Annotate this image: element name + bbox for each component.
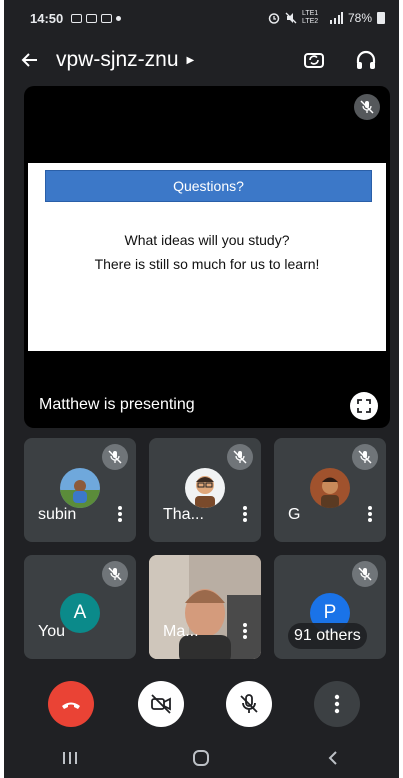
- status-right: LTE1 LTE2 78%: [268, 10, 385, 26]
- status-time: 14:50: [30, 10, 64, 26]
- others-count-badge: 91 others: [288, 623, 367, 649]
- more-options-button[interactable]: [243, 623, 247, 639]
- more-notifications-icon: [116, 15, 122, 21]
- avatar-initial: A: [60, 593, 100, 633]
- video-feed: [149, 555, 261, 659]
- home-icon: [193, 750, 210, 766]
- back-button[interactable]: [4, 50, 56, 70]
- mic-toggle-button[interactable]: [226, 681, 272, 727]
- mic-off-icon: [358, 450, 372, 464]
- mic-off-icon: [240, 694, 258, 713]
- mic-off-badge: [352, 561, 378, 587]
- gallery-notification-icon: [71, 13, 83, 23]
- presenter-label: Matthew is presenting: [39, 396, 195, 413]
- mic-off-icon: [233, 450, 247, 464]
- recent-apps-button[interactable]: [50, 743, 90, 773]
- more-options-button[interactable]: [314, 681, 360, 727]
- mic-off-badge: [227, 444, 253, 470]
- participant-tile-g[interactable]: G: [274, 438, 386, 542]
- headphones-icon[interactable]: [355, 49, 377, 71]
- signal-icon: [329, 12, 343, 24]
- status-bar: 14:50 LTE1 LTE2 78%: [4, 0, 399, 36]
- alarm-icon: [268, 13, 280, 24]
- home-button[interactable]: [181, 743, 221, 773]
- slide-line-1: What ideas will you study?: [124, 232, 290, 248]
- fullscreen-icon: [357, 399, 371, 413]
- meeting-code: vpw-sjnz-znu: [56, 48, 179, 71]
- battery-level: 78%: [347, 11, 372, 25]
- youtube-notification-icon: [101, 13, 113, 23]
- more-options-button[interactable]: [118, 506, 122, 522]
- fullscreen-button[interactable]: [350, 392, 378, 420]
- caret-right-icon: ▶: [186, 54, 195, 66]
- presenter-mic-off-badge: [354, 94, 380, 120]
- phone-screen: 14:50 LTE1 LTE2 78% vpw-sjnz-znu ▶ Quest…: [4, 0, 399, 778]
- participant-name: subin: [38, 506, 77, 523]
- mic-off-badge: [102, 561, 128, 587]
- participant-tile-subin[interactable]: subin: [24, 438, 136, 542]
- arrow-left-icon: [21, 53, 37, 67]
- presentation-stage[interactable]: Questions? What ideas will you study? Th…: [24, 86, 390, 428]
- mic-off-icon: [108, 450, 122, 464]
- participant-name: You: [38, 623, 65, 640]
- presentation-slide: Questions? What ideas will you study? Th…: [28, 163, 386, 351]
- more-options-button[interactable]: [368, 506, 372, 522]
- participant-tile-others[interactable]: P 91 others: [274, 555, 386, 659]
- mic-off-icon: [360, 100, 374, 114]
- profile-photo: [60, 468, 100, 508]
- participant-name: G: [288, 506, 301, 523]
- avatar: [60, 468, 100, 508]
- network-indicator: LTE1 LTE2: [301, 10, 319, 25]
- meeting-header: vpw-sjnz-znu ▶: [4, 38, 399, 82]
- more-options-button[interactable]: [243, 506, 247, 522]
- mic-off-icon: [358, 567, 372, 581]
- recent-apps-icon: [62, 752, 77, 764]
- mic-off-icon: [108, 567, 122, 581]
- battery-icon: [377, 12, 385, 24]
- slide-line-2: There is still so much for us to learn!: [94, 256, 320, 272]
- switch-camera-icon[interactable]: [303, 49, 325, 71]
- hang-up-icon: [62, 702, 80, 709]
- camera-off-icon: [151, 694, 171, 714]
- participant-name: Ma...: [163, 623, 199, 640]
- participant-tile-you[interactable]: A You: [24, 555, 136, 659]
- participant-tile-matthew-video[interactable]: Ma...: [149, 555, 261, 659]
- avatar: [310, 468, 350, 508]
- profile-photo: [310, 468, 350, 508]
- participant-name: Tha...: [163, 506, 204, 523]
- system-navigation-bar: [4, 738, 399, 778]
- cartoon-avatar: [185, 468, 225, 508]
- camera-toggle-button[interactable]: [138, 681, 184, 727]
- mic-off-badge: [102, 444, 128, 470]
- mail-notification-icon: [86, 13, 98, 23]
- slide-heading: Questions?: [45, 170, 372, 202]
- participant-tile-tha[interactable]: Tha...: [149, 438, 261, 542]
- notification-icons: [71, 13, 122, 23]
- avatar: [185, 468, 225, 508]
- chevron-left-icon: [328, 751, 337, 765]
- mic-off-badge: [352, 444, 378, 470]
- system-back-button[interactable]: [313, 743, 353, 773]
- more-vertical-icon: [334, 694, 340, 714]
- mute-icon: [285, 12, 297, 24]
- end-call-button[interactable]: [48, 681, 94, 727]
- meeting-title-button[interactable]: vpw-sjnz-znu ▶: [56, 48, 194, 72]
